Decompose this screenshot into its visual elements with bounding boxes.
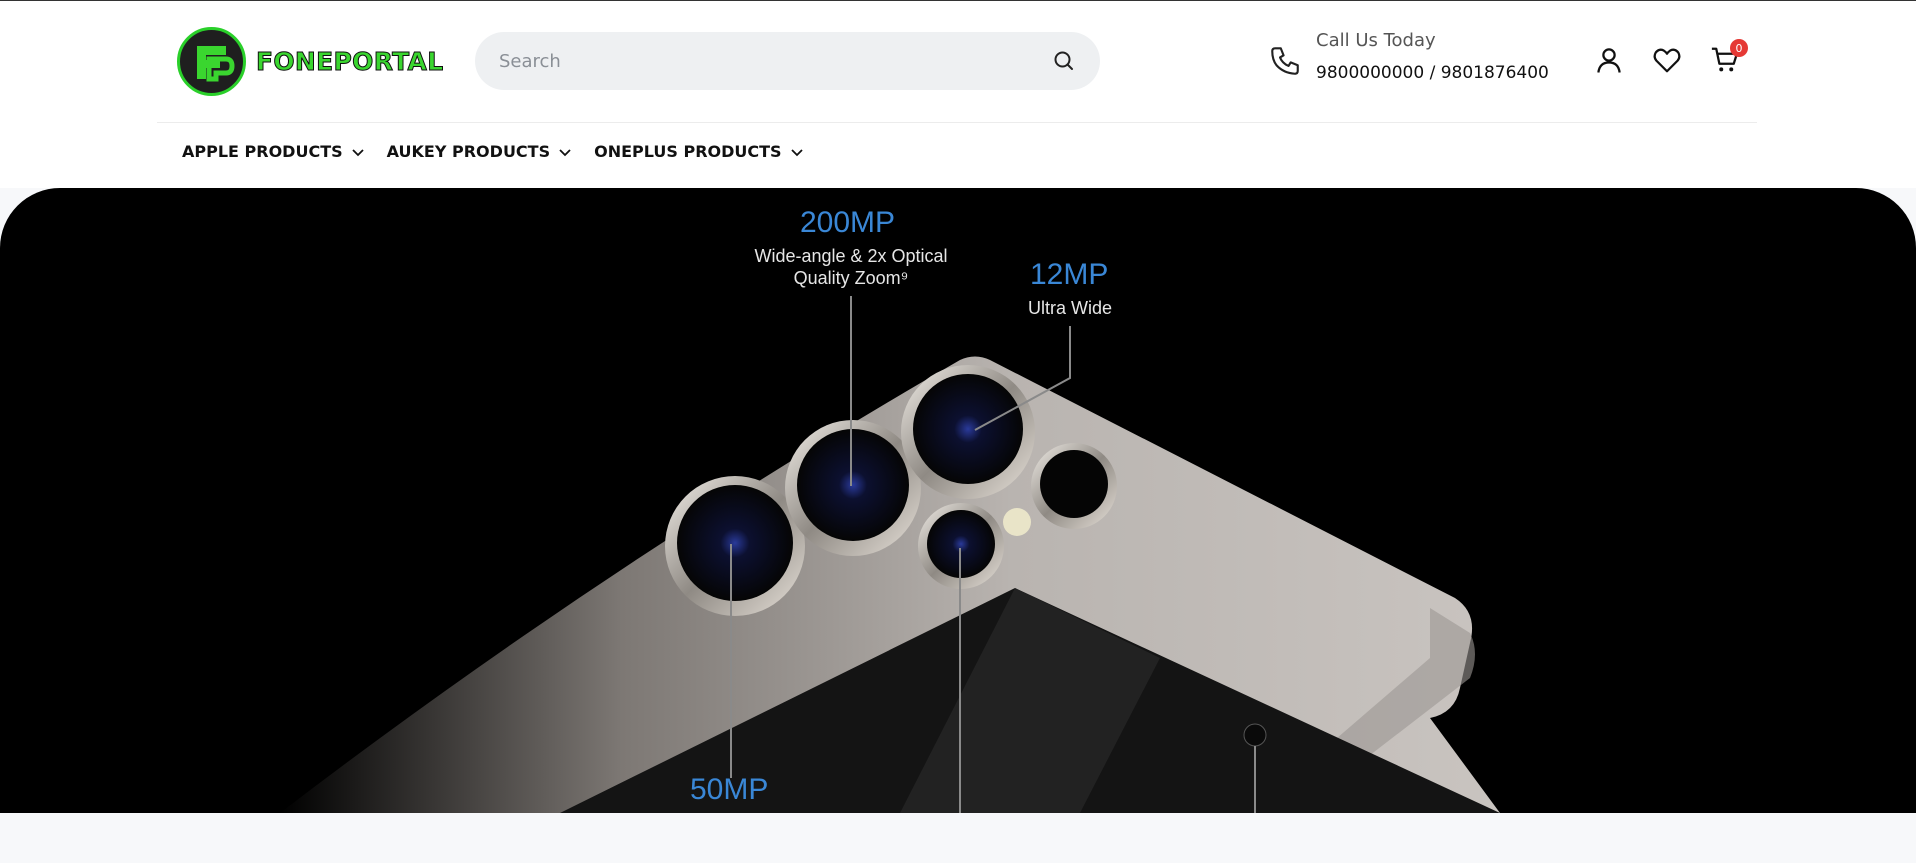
header-actions: 0 [1594,39,1748,75]
logo-mark-icon [177,27,246,96]
call-label: Call Us Today [1316,30,1436,51]
camera-12mp-desc: Ultra Wide [1027,298,1112,318]
camera-12mp-label: 12MP [1030,258,1109,291]
search-input[interactable] [499,50,1052,72]
nav-oneplus-products[interactable]: ONEPLUS PRODUCTS [594,142,803,161]
account-icon[interactable] [1594,45,1624,75]
brand-name: FONEPORTAL [255,47,444,77]
wishlist-heart-icon[interactable] [1652,45,1682,75]
nav-label: ONEPLUS PRODUCTS [594,142,782,161]
camera-50mp-label: 50MP [690,773,769,806]
nav-label: APPLE PRODUCTS [182,142,343,161]
header-divider [157,122,1757,123]
page-background-strip [0,813,1916,863]
site-logo[interactable]: FONEPORTAL [177,27,444,96]
phone-icon [1268,44,1302,82]
camera-200mp-label: 200MP [800,206,896,239]
chevron-down-icon [559,148,571,156]
lens-small-right [1031,443,1117,529]
main-nav: APPLE PRODUCTS AUKEY PRODUCTS ONEPLUS PR… [182,142,804,161]
cart-icon[interactable]: 0 [1710,39,1748,75]
lens-left [665,476,805,616]
search-icon[interactable] [1052,49,1076,73]
cart-count-badge: 0 [1730,39,1748,57]
camera-200mp-desc-line1: Wide-angle & 2x Optical [754,246,948,266]
nav-apple-products[interactable]: APPLE PRODUCTS [182,142,365,161]
hero-banner[interactable]: 200MP Wide-angle & 2x Optical Quality Zo… [0,188,1916,813]
chevron-down-icon [790,148,803,156]
nav-aukey-products[interactable]: AUKEY PRODUCTS [387,142,572,161]
contact-block: Call Us Today 9800000000 / 9801876400 [1268,30,1549,83]
site-header: FONEPORTAL Call Us Today 9800000000 / 98… [0,1,1916,188]
camera-200mp-desc-line2: Quality Zoom⁹ [793,268,909,288]
phone-numbers[interactable]: 9800000000 / 9801876400 [1316,63,1549,83]
chevron-down-icon [352,148,364,156]
search-bar [475,32,1100,90]
nav-label: AUKEY PRODUCTS [386,142,551,161]
lens-top [901,365,1035,499]
lens-middle [785,420,921,556]
